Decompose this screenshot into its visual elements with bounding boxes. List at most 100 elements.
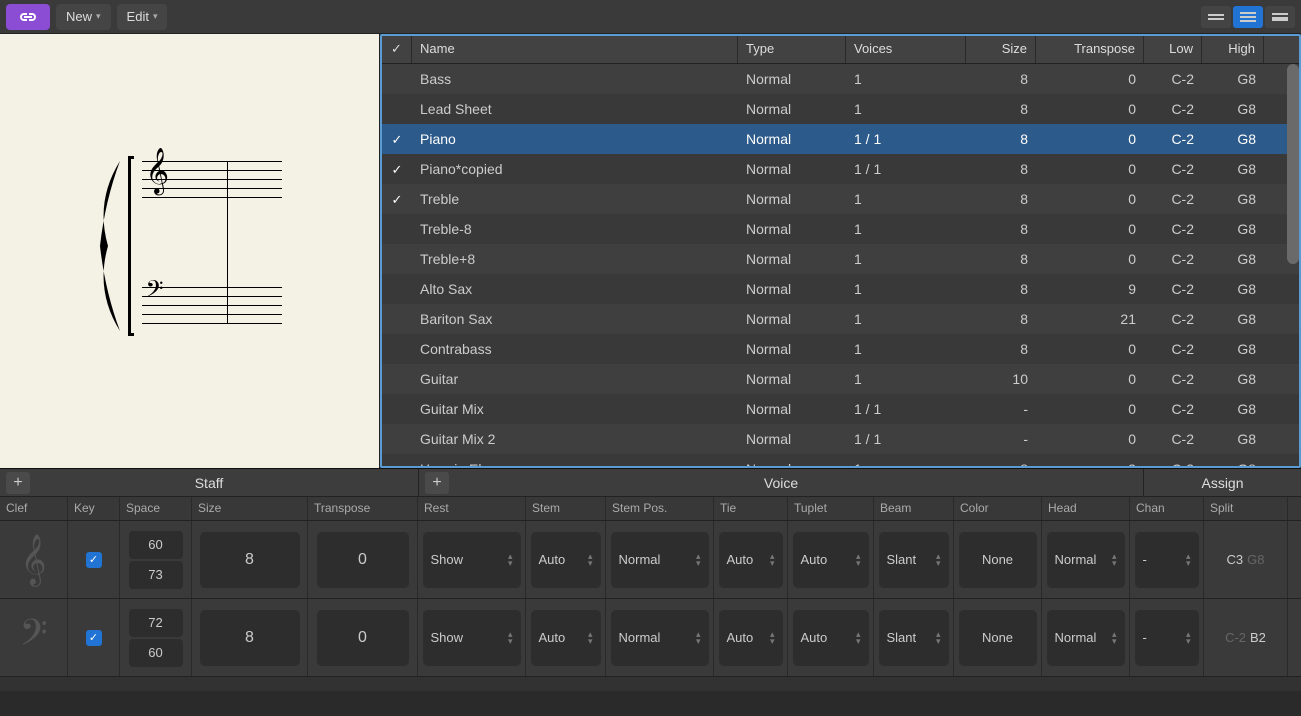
table-row[interactable]: Alto SaxNormal189C-2G8 [382,274,1299,304]
cell-high: G8 [1202,187,1264,211]
cell-size: 8 [966,67,1036,91]
cell-type: Normal [738,337,846,361]
clef-selector[interactable]: 𝄢 [0,599,68,676]
key-checkbox[interactable]: ✓ [68,521,120,598]
rest-dropdown[interactable]: Show▴▾ [423,610,521,666]
space-top[interactable]: 60 [129,531,183,559]
col-type[interactable]: Type [738,36,846,63]
check-icon: ✓ [392,192,403,207]
cell-type: Normal [738,427,846,451]
table-row[interactable]: Horn in EbNormal18-3C-2G8 [382,454,1299,468]
col-voices[interactable]: Voices [846,36,966,63]
cell-voices: 1 [846,97,966,121]
cell-low: C-2 [1144,307,1202,331]
color-dropdown[interactable]: None [959,610,1037,666]
cell-voices: 1 [846,337,966,361]
beam-dropdown[interactable]: Slant▴▾ [879,610,949,666]
color-dropdown[interactable]: None [959,532,1037,588]
table-row[interactable]: ✓PianoNormal1 / 180C-2G8 [382,124,1299,154]
head-dropdown[interactable]: Normal▴▾ [1047,532,1125,588]
chan-dropdown[interactable]: -▴▾ [1135,532,1199,588]
cell-size: 8 [966,187,1036,211]
tuplet-dropdown[interactable]: Auto▴▾ [793,532,869,588]
size-field[interactable]: 8 [200,532,300,588]
view-normal[interactable] [1233,6,1263,28]
view-compact[interactable] [1201,6,1231,28]
cell-high: G8 [1202,67,1264,91]
size-field[interactable]: 8 [200,610,300,666]
table-row[interactable]: ✓TrebleNormal180C-2G8 [382,184,1299,214]
table-row[interactable]: Guitar Mix 2Normal1 / 1-0C-2G8 [382,424,1299,454]
edit-menu[interactable]: Edit▾ [117,4,168,30]
cell-size: - [966,397,1036,421]
col-size[interactable]: Size [966,36,1036,63]
split-field[interactable]: C3G8 [1204,521,1288,598]
tie-dropdown[interactable]: Auto▴▾ [719,532,783,588]
stempos-dropdown[interactable]: Normal▴▾ [611,532,709,588]
cell-low: C-2 [1144,67,1202,91]
cell-voices: 1 / 1 [846,127,966,151]
cell-high: G8 [1202,337,1264,361]
cell-transpose: 21 [1036,307,1144,331]
cell-size: 8 [966,217,1036,241]
add-staff-button[interactable]: + [6,472,30,494]
table-row[interactable]: Bariton SaxNormal1821C-2G8 [382,304,1299,334]
table-body[interactable]: BassNormal180C-2G8Lead SheetNormal180C-2… [382,64,1299,468]
cell-low: C-2 [1144,97,1202,121]
cell-transpose: 0 [1036,97,1144,121]
space-bottom[interactable]: 73 [129,561,183,589]
table-row[interactable]: GuitarNormal1100C-2G8 [382,364,1299,394]
transpose-field[interactable]: 0 [317,532,409,588]
col-high[interactable]: High [1202,36,1264,63]
cell-type: Normal [738,247,846,271]
cell-type: Normal [738,277,846,301]
stempos-dropdown[interactable]: Normal▴▾ [611,610,709,666]
view-expanded[interactable] [1265,6,1295,28]
tuplet-dropdown[interactable]: Auto▴▾ [793,610,869,666]
table-row[interactable]: Lead SheetNormal180C-2G8 [382,94,1299,124]
cell-low: C-2 [1144,247,1202,271]
stepper-icon: ▴▾ [856,631,861,645]
table-row[interactable]: Treble+8Normal180C-2G8 [382,244,1299,274]
cell-transpose: 0 [1036,337,1144,361]
beam-dropdown[interactable]: Slant▴▾ [879,532,949,588]
tie-dropdown[interactable]: Auto▴▾ [719,610,783,666]
key-checkbox[interactable]: ✓ [68,599,120,676]
param-row: 𝄢✓726080Show▴▾Auto▴▾Normal▴▾Auto▴▾Auto▴▾… [0,599,1301,677]
stem-dropdown[interactable]: Auto▴▾ [531,610,601,666]
chan-dropdown[interactable]: -▴▾ [1135,610,1199,666]
rest-dropdown[interactable]: Show▴▾ [423,532,521,588]
scrollbar[interactable] [1287,64,1299,264]
transpose-field[interactable]: 0 [317,610,409,666]
clef-selector[interactable]: 𝄞 [0,521,68,598]
assign-section-header: Assign [1143,469,1301,496]
table-row[interactable]: Guitar MixNormal1 / 1-0C-2G8 [382,394,1299,424]
head-dropdown[interactable]: Normal▴▾ [1047,610,1125,666]
add-voice-button[interactable]: + [425,472,449,494]
space-top[interactable]: 72 [129,609,183,637]
new-menu[interactable]: New▾ [56,4,111,30]
col-transpose[interactable]: Transpose [1036,36,1144,63]
table-row[interactable]: ContrabassNormal180C-2G8 [382,334,1299,364]
cell-transpose: 0 [1036,217,1144,241]
col-check[interactable]: ✓ [382,36,412,63]
cell-name: Treble+8 [412,247,738,271]
table-row[interactable]: ✓Piano*copiedNormal1 / 180C-2G8 [382,154,1299,184]
stem-dropdown[interactable]: Auto▴▾ [531,532,601,588]
cell-size: 8 [966,97,1036,121]
main-area: 𝄞 𝄢 ✓ Name Type Voices Size Transpose Lo… [0,34,1301,468]
staff-preview: 𝄞 𝄢 [0,34,380,468]
table-row[interactable]: Treble-8Normal180C-2G8 [382,214,1299,244]
cell-low: C-2 [1144,337,1202,361]
table-row[interactable]: BassNormal180C-2G8 [382,64,1299,94]
cell-size: 10 [966,367,1036,391]
split-field[interactable]: C-2B2 [1204,599,1288,676]
link-toggle[interactable] [6,4,50,30]
space-bottom[interactable]: 60 [129,639,183,667]
col-low[interactable]: Low [1144,36,1202,63]
brace-icon [90,161,125,331]
table-header: ✓ Name Type Voices Size Transpose Low Hi… [382,36,1299,64]
cell-high: G8 [1202,367,1264,391]
cell-size: 8 [966,277,1036,301]
col-name[interactable]: Name [412,36,738,63]
